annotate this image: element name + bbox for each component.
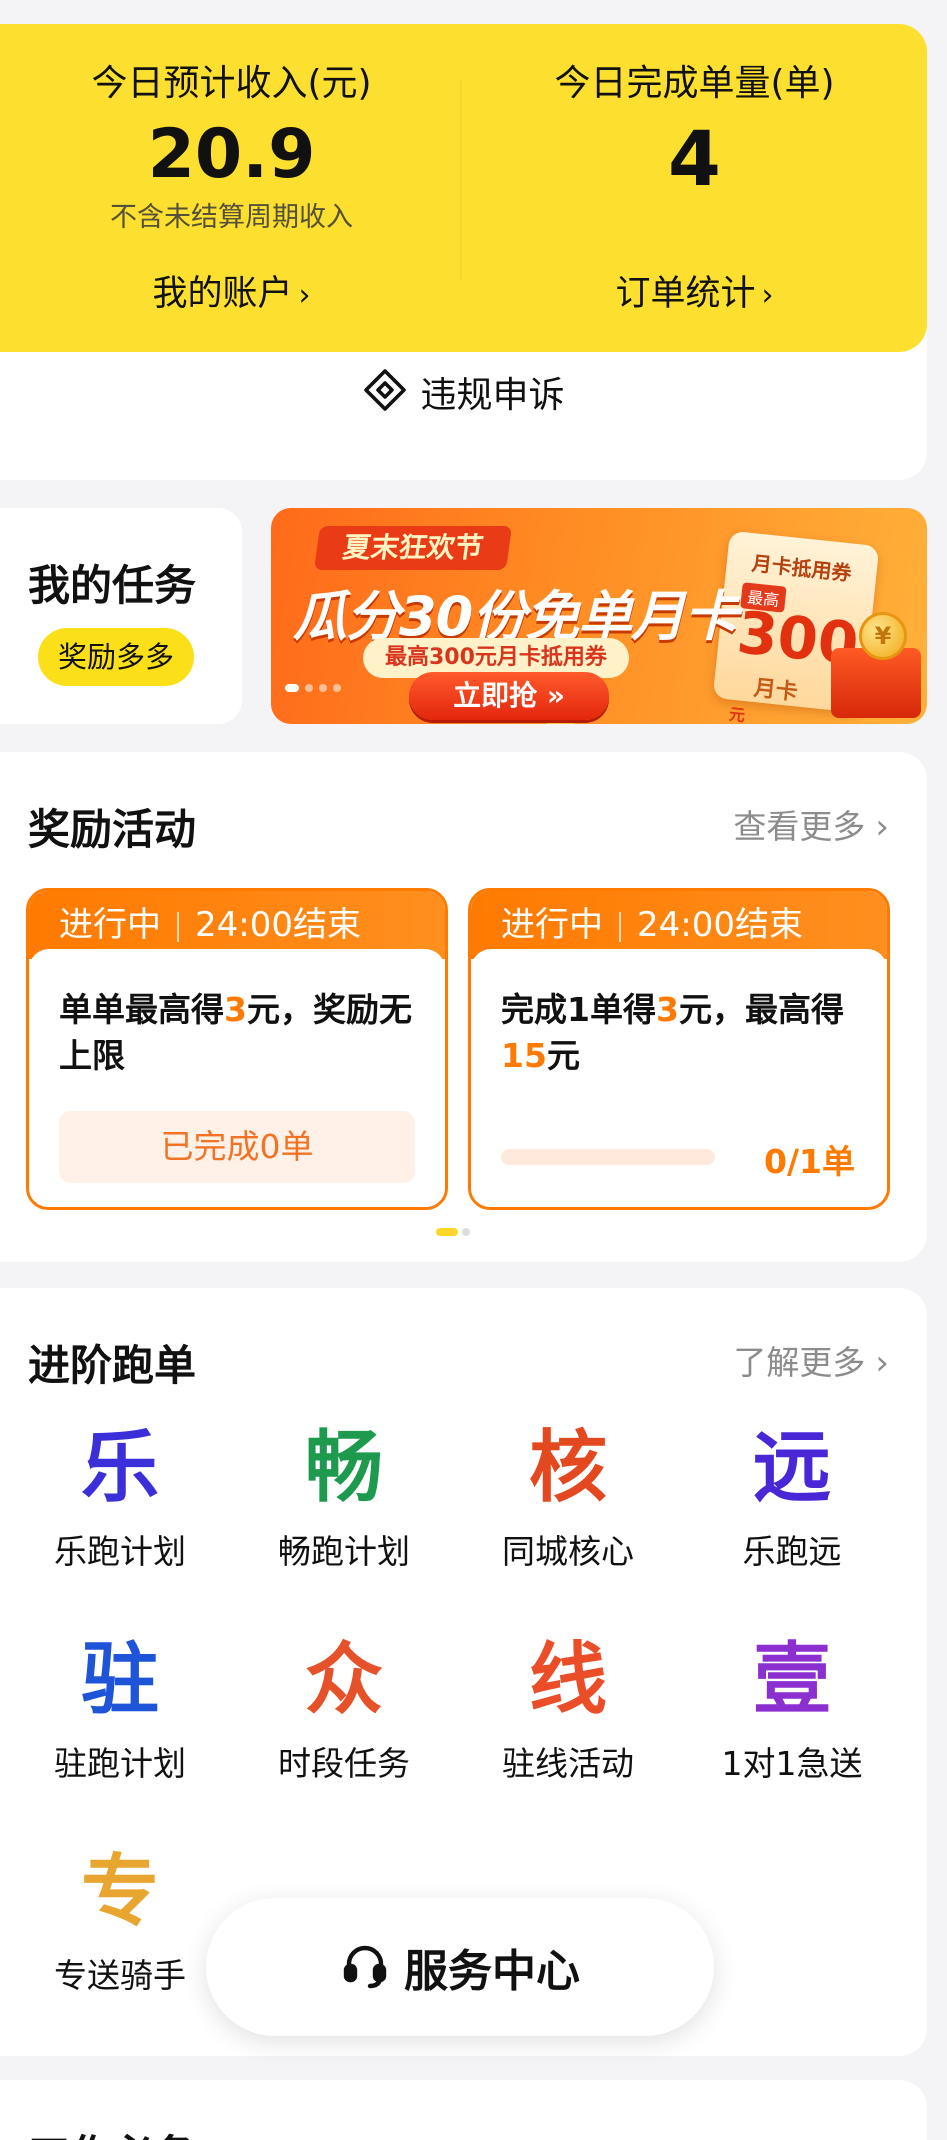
reward-end-time: 24:00结束: [195, 905, 361, 945]
headset-icon: [340, 1940, 390, 1994]
program-label: 专送骑手: [54, 1956, 186, 1995]
pager-dot-active: [436, 1228, 458, 1236]
pager-dot: [333, 684, 341, 692]
grab-now-button[interactable]: 立即抢 »: [409, 672, 609, 720]
program-label: 驻线活动: [502, 1744, 634, 1783]
program-label: 乐跑远: [742, 1532, 842, 1571]
reward-end-time: 24:00结束: [637, 905, 803, 945]
reward-card[interactable]: 进行中 24:00结束 单单最高得3元，奖励无上限 已完成0单: [26, 888, 448, 1210]
next-section-title: 工作必备: [28, 2122, 196, 2140]
order-stats-link[interactable]: 订单统计 ›: [463, 270, 926, 320]
pager-dot: [305, 684, 313, 692]
program-item[interactable]: 远乐跑远: [680, 1420, 904, 1574]
program-label: 畅跑计划: [278, 1532, 410, 1571]
income-note: 不含未结算周期收入: [110, 202, 353, 233]
view-more-link[interactable]: 查看更多 ›: [733, 800, 889, 848]
chevron-right-icon: ›: [761, 278, 774, 313]
program-icon: 核: [528, 1423, 607, 1513]
program-icon: 乐: [80, 1423, 159, 1513]
service-center-button[interactable]: 服务中心: [206, 1898, 714, 2036]
reward-description: 完成1单得3元，最高得15元: [501, 990, 844, 1075]
program-item[interactable]: 畅畅跑计划: [232, 1420, 456, 1574]
learn-more-link[interactable]: 了解更多 ›: [733, 1336, 889, 1384]
program-item[interactable]: 线驻线活动: [456, 1632, 680, 1786]
order-stats-label: 订单统计: [615, 274, 756, 314]
pager-dot: [319, 684, 327, 692]
program-label: 乐跑计划: [54, 1532, 186, 1571]
view-more-label: 查看更多: [733, 807, 866, 846]
chevron-right-icon: ›: [875, 807, 889, 847]
program-item[interactable]: 壹 1对1急送: [680, 1632, 904, 1786]
reward-description: 单单最高得3元，奖励无上限: [59, 990, 412, 1075]
my-account-link[interactable]: 我的账户 ›: [0, 270, 463, 320]
reward-progress-bar: [501, 1149, 715, 1165]
reward-card-body: 完成1单得3元，最高得15元 0/1单: [471, 949, 887, 1207]
advanced-running-title: 进阶跑单: [28, 1341, 197, 1390]
service-center-label: 服务中心: [404, 1946, 580, 1997]
income-value: 20.9: [147, 115, 316, 194]
program-item[interactable]: 驻驻跑计划: [8, 1632, 232, 1786]
pager-dot: [462, 1228, 470, 1236]
program-icon: 专: [80, 1847, 159, 1937]
ticket-icon: [362, 367, 408, 417]
program-item[interactable]: 乐乐跑计划: [8, 1420, 232, 1574]
chevron-right-icon: ›: [875, 1343, 889, 1383]
reward-progress-text: 已完成0单: [59, 1111, 415, 1183]
banner-pager: [285, 684, 341, 692]
banner-tag: 夏末狂欢节: [313, 526, 513, 570]
violation-appeal-label: 违规申诉: [420, 375, 565, 416]
stats-panel: 今日预计收入(元) 20.9 不含未结算周期收入 今日完成单量(单) 4 我的账…: [0, 24, 927, 352]
coin-icon: ¥: [859, 612, 907, 660]
program-label: 同城核心: [502, 1532, 634, 1571]
rewards-badge[interactable]: 奖励多多: [38, 628, 194, 686]
orders-value: 4: [668, 114, 721, 203]
my-account-label: 我的账户: [152, 274, 293, 314]
program-item[interactable]: 众时段任务: [232, 1632, 456, 1786]
orders-stat: 今日完成单量(单) 4: [463, 60, 926, 202]
program-item[interactable]: 核同城核心: [456, 1420, 680, 1574]
reward-status: 进行中: [501, 905, 603, 945]
program-icon: 壹: [752, 1635, 831, 1725]
reward-activities-title: 奖励活动: [28, 805, 197, 854]
income-stat: 今日预计收入(元) 20.9 不含未结算周期收入: [0, 60, 463, 236]
program-label: 时段任务: [278, 1744, 410, 1783]
program-icon: 畅: [304, 1423, 383, 1513]
program-icon: 众: [304, 1635, 383, 1725]
reward-card-body: 单单最高得3元，奖励无上限 已完成0单: [29, 949, 445, 1207]
program-item[interactable]: 专专送骑手: [8, 1844, 232, 1998]
pager-dot: [285, 684, 299, 692]
promo-banner[interactable]: 月卡抵用券 最高 300元 月卡 ¥ ¥ 夏末狂欢节 瓜分30份免单月卡 最高3…: [271, 508, 927, 724]
coupon-unit: 元: [728, 704, 746, 724]
chevron-right-icon: ›: [298, 278, 311, 313]
violation-appeal-button[interactable]: 违规申诉: [0, 360, 927, 424]
program-icon: 远: [752, 1423, 831, 1513]
reward-status: 进行中: [59, 905, 161, 945]
my-tasks-card[interactable]: 我的任务: [0, 508, 242, 724]
orders-title: 今日完成单量(单): [554, 63, 835, 104]
reward-card[interactable]: 进行中 24:00结束 完成1单得3元，最高得15元 0/1单: [468, 888, 890, 1210]
program-label: 驻跑计划: [54, 1744, 186, 1783]
program-label: 1对1急送: [721, 1744, 863, 1783]
program-icon: 驻: [80, 1635, 159, 1725]
next-section: 工作必备: [0, 2080, 927, 2140]
reward-pager: [436, 1228, 470, 1236]
program-icon: 线: [528, 1635, 607, 1725]
coupon-foot: 月卡: [752, 676, 799, 706]
income-title: 今日预计收入(元): [91, 63, 372, 104]
my-tasks-title: 我的任务: [28, 561, 197, 610]
learn-more-label: 了解更多: [733, 1343, 866, 1382]
reward-progress-label: 0/1单: [764, 1142, 855, 1181]
